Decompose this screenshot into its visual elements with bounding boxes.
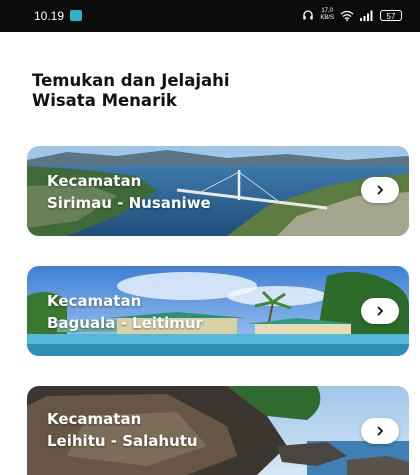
- app-notification-icon: [70, 10, 82, 21]
- network-speed: 17,0 KB/S: [320, 8, 334, 22]
- district-card-leihitu-salahutu[interactable]: Kecamatan Leihitu - Salahutu: [27, 386, 409, 475]
- page-title-line-1: Temukan dan Jelajahi: [32, 71, 230, 90]
- signal-icon: [360, 10, 373, 21]
- district-label-line-1: Kecamatan: [47, 172, 142, 190]
- open-district-button[interactable]: [361, 177, 399, 203]
- chevron-right-icon: [377, 306, 384, 316]
- battery-icon: 57: [380, 9, 402, 21]
- network-speed-unit: KB/S: [320, 15, 334, 21]
- chevron-right-icon: [377, 185, 384, 195]
- status-time: 10.19: [34, 9, 65, 23]
- district-card-sirimau-nusaniwe[interactable]: Kecamatan Sirimau - Nusaniwe: [27, 146, 409, 236]
- page-title: Temukan dan Jelajahi Wisata Menarik: [32, 71, 332, 111]
- district-card-baguala-leitimur[interactable]: Kecamatan Baguala - Leitimur: [27, 266, 409, 356]
- open-district-button[interactable]: [361, 298, 399, 324]
- status-indicators: 17,0 KB/S 57: [302, 8, 402, 22]
- district-label-line-2: Leihitu - Salahutu: [47, 432, 198, 450]
- open-district-button[interactable]: [361, 418, 399, 444]
- district-label: Kecamatan Sirimau - Nusaniwe: [47, 170, 211, 214]
- district-label-line-2: Baguala - Leitimur: [47, 314, 203, 332]
- wifi-icon: [340, 10, 354, 21]
- district-label: Kecamatan Baguala - Leitimur: [47, 290, 203, 334]
- headphones-icon: [303, 10, 314, 20]
- district-label-line-1: Kecamatan: [47, 410, 142, 428]
- status-bar: 10.19 17,0 KB/S 57: [0, 0, 420, 32]
- page-title-line-2: Wisata Menarik: [32, 91, 177, 110]
- battery-level: 57: [386, 11, 396, 21]
- district-label-line-2: Sirimau - Nusaniwe: [47, 194, 211, 212]
- network-speed-value: 17,0: [321, 8, 333, 14]
- chevron-right-icon: [377, 426, 384, 436]
- district-label: Kecamatan Leihitu - Salahutu: [47, 408, 198, 452]
- district-label-line-1: Kecamatan: [47, 292, 142, 310]
